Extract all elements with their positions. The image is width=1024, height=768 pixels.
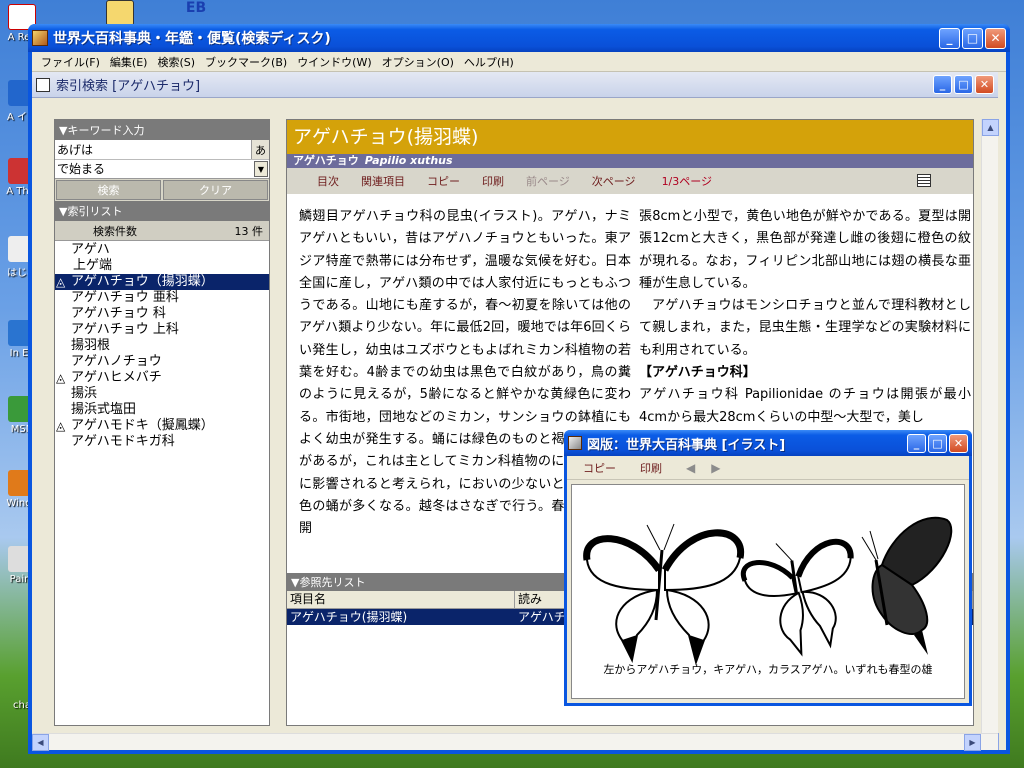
article-heading: 【アゲハチョウ科】 bbox=[639, 365, 756, 381]
list-item[interactable]: アゲハチョウ 科 bbox=[55, 306, 269, 322]
menu-search[interactable]: 検索(S) bbox=[152, 54, 200, 70]
menu-window[interactable]: ウインドウ(W) bbox=[292, 54, 376, 70]
list-item[interactable]: アゲハモドキガ科 bbox=[55, 434, 269, 450]
horizontal-scrollbar[interactable]: ◀ ▶ bbox=[32, 733, 998, 751]
article-latin-name: Papilio xuthus bbox=[364, 154, 453, 167]
list-item-selected[interactable]: アゲハチョウ（揚羽蝶） bbox=[55, 274, 269, 290]
document-icon bbox=[36, 77, 50, 92]
eb-label[interactable]: EB bbox=[176, 0, 216, 16]
illus-close-button[interactable]: ✕ bbox=[949, 433, 968, 453]
chevron-down-icon[interactable]: ▼ bbox=[254, 161, 268, 177]
related-button[interactable]: 関連項目 bbox=[361, 173, 405, 189]
maximize-button[interactable]: □ bbox=[962, 27, 983, 49]
child-titlebar[interactable]: 索引検索 [アゲハチョウ] _ □ ✕ bbox=[32, 72, 998, 98]
minimize-button[interactable]: _ bbox=[939, 27, 960, 49]
dark-swallowtail-butterfly-icon bbox=[861, 516, 953, 655]
menu-edit[interactable]: 編集(E) bbox=[105, 54, 153, 70]
input-mode-button[interactable]: あ bbox=[251, 140, 269, 159]
ref-name-cell: アゲハチョウ(揚羽蝶) bbox=[290, 610, 408, 624]
article-title: アゲハチョウ(揚羽蝶) bbox=[287, 120, 973, 154]
butterflies-illustration bbox=[583, 516, 953, 666]
column-header-name[interactable]: 項目名 bbox=[287, 591, 515, 608]
print-button[interactable]: 印刷 bbox=[482, 173, 504, 189]
clear-button[interactable]: クリア bbox=[163, 180, 268, 200]
illus-minimize-button[interactable]: _ bbox=[907, 433, 926, 453]
list-item[interactable]: アゲハモドキ（擬鳳蝶） bbox=[55, 418, 269, 434]
index-section-header[interactable]: ▼索引リスト bbox=[55, 201, 269, 221]
child-minimize-button[interactable]: _ bbox=[933, 75, 952, 94]
scroll-up-icon[interactable]: ▲ bbox=[982, 119, 999, 136]
illustration-window: 図版：世界大百科事典 [イラスト] _ □ ✕ コピー 印刷 ◀ ▶ 左からアゲ… bbox=[564, 430, 972, 706]
scroll-right-icon[interactable]: ▶ bbox=[964, 734, 981, 751]
list-item[interactable]: アゲハ bbox=[55, 242, 269, 258]
window-title: 世界大百科事典・年鑑・便覧(検索ディスク) bbox=[53, 31, 331, 47]
app-book-icon bbox=[32, 30, 48, 46]
list-item[interactable]: アゲハノチョウ bbox=[55, 354, 269, 370]
list-item[interactable]: アゲハチョウ 亜科 bbox=[55, 290, 269, 306]
list-item[interactable]: アゲハチョウ 上科 bbox=[55, 322, 269, 338]
match-mode-select[interactable]: で始まる ▼ bbox=[55, 160, 269, 179]
next-arrow-icon[interactable]: ▶ bbox=[711, 461, 720, 475]
page-indicator: 1/3ページ bbox=[661, 175, 713, 188]
keyword-input[interactable] bbox=[55, 140, 251, 159]
close-button[interactable]: ✕ bbox=[985, 27, 1006, 49]
vertical-scrollbar[interactable]: ▲ ▼ bbox=[981, 119, 999, 750]
menu-options[interactable]: オプション(O) bbox=[377, 54, 459, 70]
copy-button[interactable]: コピー bbox=[427, 173, 460, 189]
illustration-title: 図版：世界大百科事典 [イラスト] bbox=[587, 437, 786, 453]
result-count-label: 検索件数 bbox=[93, 224, 137, 238]
illustration-caption: 左からアゲハチョウ，キアゲハ，カラスアゲハ。いずれも春型の雄 bbox=[603, 663, 933, 676]
list-item[interactable]: 上ゲ端 bbox=[55, 258, 269, 274]
menu-file[interactable]: ファイル(F) bbox=[36, 54, 105, 70]
article-column-2: 張8cmと小型で，黄色い地色が鮮やかである。夏型は開張12cmと大きく，黒色部が… bbox=[639, 206, 971, 429]
menu-help[interactable]: ヘルプ(H) bbox=[459, 54, 519, 70]
article-subtitle: アゲハチョウ Papilio xuthus bbox=[287, 154, 973, 168]
article-toolbar: 目次 関連項目 コピー 印刷 前ページ 次ページ 1/3ページ bbox=[287, 168, 973, 194]
list-item[interactable]: 揚羽根 bbox=[55, 338, 269, 354]
prev-arrow-icon[interactable]: ◀ bbox=[686, 461, 695, 475]
list-view-icon[interactable] bbox=[917, 174, 931, 187]
child-maximize-button[interactable]: □ bbox=[954, 75, 973, 94]
illus-copy-button[interactable]: コピー bbox=[583, 460, 616, 476]
list-item[interactable]: 揚浜式塩田 bbox=[55, 402, 269, 418]
result-count-row: 検索件数 13 件 bbox=[55, 221, 269, 241]
keyword-section-header[interactable]: ▼キーワード入力 bbox=[55, 120, 269, 140]
swallowtail-butterfly-icon bbox=[583, 523, 745, 666]
illustration-toolbar: コピー 印刷 ◀ ▶ bbox=[567, 456, 969, 480]
illustration-canvas: 左からアゲハチョウ，キアゲハ，カラスアゲハ。いずれも春型の雄 bbox=[571, 484, 965, 699]
child-close-button[interactable]: ✕ bbox=[975, 75, 994, 94]
match-mode-value: で始まる bbox=[57, 162, 106, 176]
prev-page-button[interactable]: 前ページ bbox=[526, 173, 570, 189]
main-titlebar[interactable]: 世界大百科事典・年鑑・便覧(検索ディスク) _ □ ✕ bbox=[28, 24, 1010, 52]
illustration-titlebar[interactable]: 図版：世界大百科事典 [イラスト] _ □ ✕ bbox=[564, 430, 972, 456]
child-title: 索引検索 [アゲハチョウ] bbox=[56, 79, 201, 94]
illus-maximize-button[interactable]: □ bbox=[928, 433, 947, 453]
eb-app-icon bbox=[106, 0, 134, 26]
menu-bookmark[interactable]: ブックマーク(B) bbox=[200, 54, 292, 70]
toc-button[interactable]: 目次 bbox=[317, 173, 339, 189]
list-item[interactable]: アゲハヒメバチ bbox=[55, 370, 269, 386]
article-paragraph: 張8cmと小型で，黄色い地色が鮮やかである。夏型は開張12cmと大きく，黒色部が… bbox=[639, 209, 971, 291]
illus-print-button[interactable]: 印刷 bbox=[640, 460, 662, 476]
index-list: アゲハ 上ゲ端 アゲハチョウ（揚羽蝶） アゲハチョウ 亜科 アゲハチョウ 科 ア… bbox=[55, 241, 269, 450]
list-item[interactable]: 揚浜 bbox=[55, 386, 269, 402]
article-reading: アゲハチョウ bbox=[293, 154, 359, 167]
scroll-left-icon[interactable]: ◀ bbox=[32, 734, 49, 751]
image-icon bbox=[568, 436, 582, 450]
yellow-swallowtail-butterfly-icon bbox=[740, 538, 854, 657]
left-panel: ▼キーワード入力 あ で始まる ▼ 検索 クリア ▼索引リスト 検索件数 13 … bbox=[54, 119, 270, 726]
result-count-value: 13 件 bbox=[234, 224, 264, 238]
search-button[interactable]: 検索 bbox=[56, 180, 161, 200]
article-paragraph: アゲハチョウはモンシロチョウと並んで理科教材として親しまれ，また，昆虫生態・生理… bbox=[639, 298, 971, 358]
article-paragraph: アゲハチョウ科 Papilionidae のチョウは開張が最小4cmから最大28… bbox=[639, 387, 971, 425]
menu-bar: ファイル(F) 編集(E) 検索(S) ブックマーク(B) ウインドウ(W) オ… bbox=[32, 52, 1006, 72]
next-page-button[interactable]: 次ページ bbox=[592, 173, 636, 189]
